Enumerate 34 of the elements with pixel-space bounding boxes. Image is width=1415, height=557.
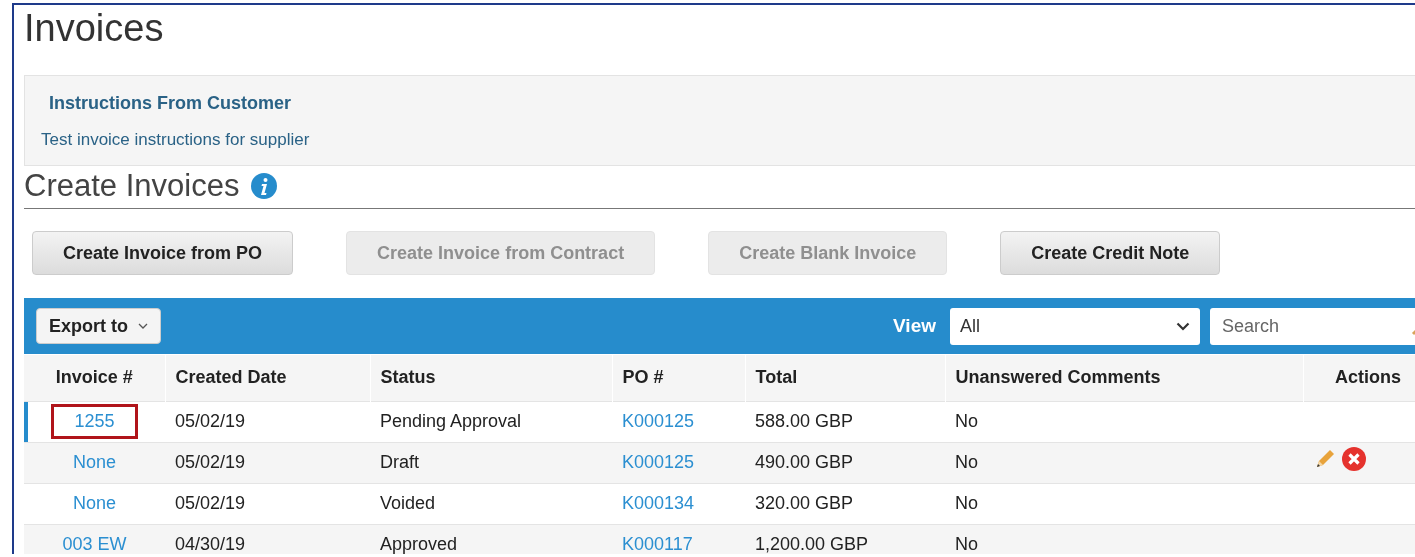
po-link[interactable]: K000134 <box>622 493 695 513</box>
page-title: Invoices <box>24 6 165 51</box>
caret-icon <box>138 323 148 329</box>
export-dropdown[interactable]: Export to <box>36 308 161 344</box>
po-link[interactable]: K000125 <box>622 411 695 431</box>
invoice-link[interactable]: 1255 <box>50 403 139 440</box>
action-button[interactable]: Create Invoice from PO <box>32 231 294 275</box>
table-cell: 05/02/19 <box>165 442 370 483</box>
chevron-icon <box>1176 321 1190 331</box>
delete-icon[interactable] <box>1341 446 1367 472</box>
column-header: Unanswered Comments <box>945 355 1303 401</box>
action-button[interactable]: Create Credit Note <box>1000 231 1221 275</box>
view-select[interactable]: All <box>950 307 1200 345</box>
section-title: Create Invoices <box>24 167 240 205</box>
invoice-link[interactable]: None <box>73 452 116 472</box>
column-header: Actions <box>1303 355 1415 401</box>
table-cell: Approved <box>370 524 612 554</box>
column-header: Status <box>370 355 612 401</box>
table-cell: 1,200.00 GBP <box>745 524 945 554</box>
invoice-link[interactable]: None <box>73 493 116 513</box>
info-icon[interactable] <box>251 173 278 199</box>
instructions-text: Test invoice instructions for supplier <box>41 129 311 151</box>
instructions-heading: Instructions From Customer <box>49 92 293 115</box>
view-label: View <box>893 313 936 338</box>
column-header: PO # <box>612 355 745 401</box>
table-cell: 490.00 GBP <box>745 442 945 483</box>
table-cell: No <box>945 442 1303 483</box>
search-field[interactable]: Search <box>1210 307 1415 345</box>
column-header: Invoice # <box>24 355 165 401</box>
table-cell: Draft <box>370 442 612 483</box>
column-header: Total <box>745 355 945 401</box>
table-cell: 04/30/19 <box>165 524 370 554</box>
table-cell: No <box>945 524 1303 554</box>
column-header: Created Date <box>165 355 370 401</box>
